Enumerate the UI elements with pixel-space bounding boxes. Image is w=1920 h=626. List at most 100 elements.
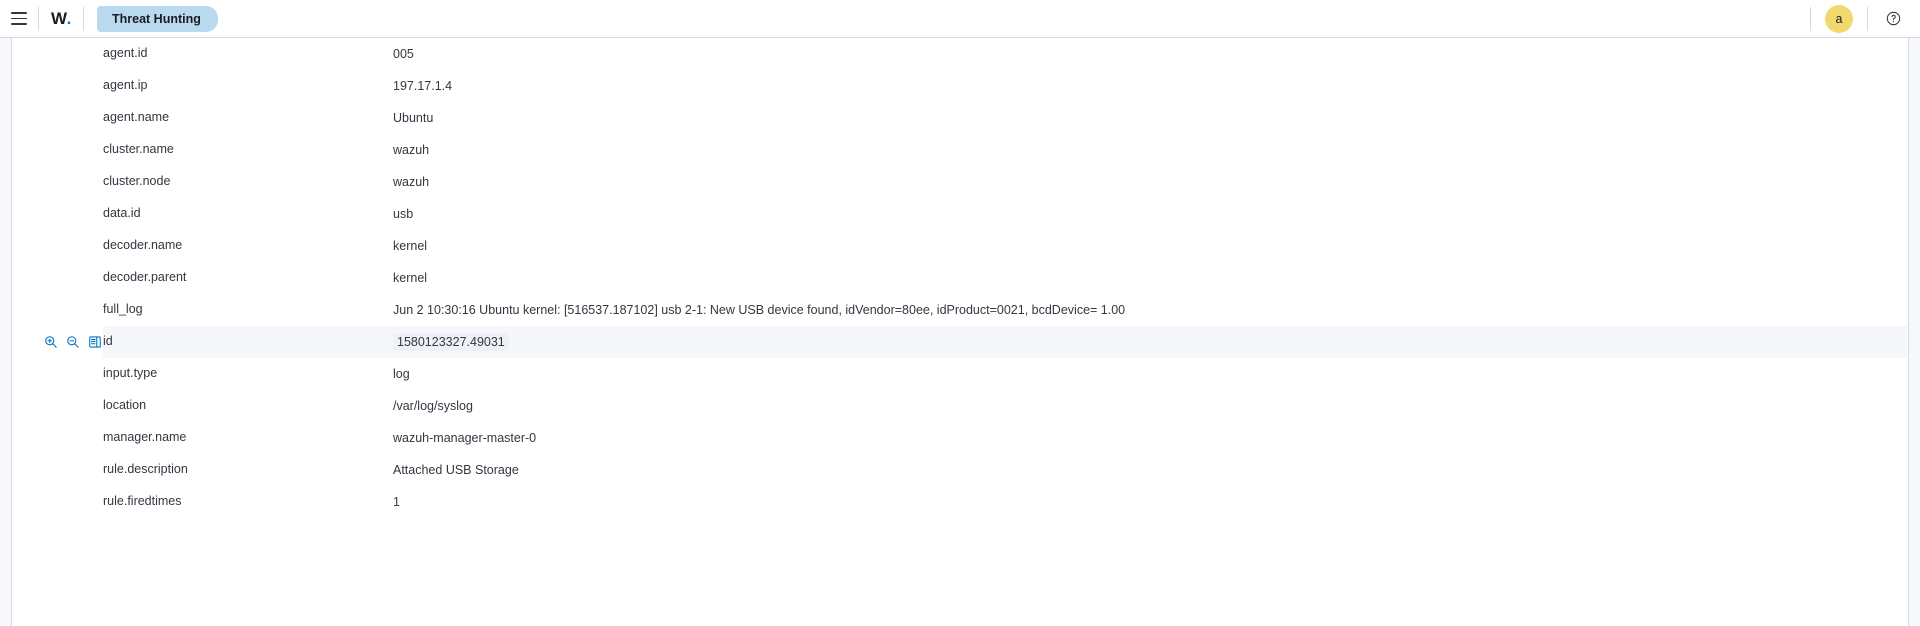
hamburger-bar <box>11 17 27 20</box>
magnifier-minus-icon[interactable] <box>65 494 81 510</box>
toggle-column-icon[interactable] <box>87 174 103 190</box>
table-row[interactable]: rule.firedtimes 1 <box>13 486 1907 518</box>
magnifier-minus-icon[interactable] <box>65 110 81 126</box>
magnifier-minus-icon[interactable] <box>65 174 81 190</box>
magnifier-minus-icon[interactable] <box>65 78 81 94</box>
magnifier-minus-icon[interactable] <box>65 46 81 62</box>
toggle-column-icon[interactable] <box>87 398 103 414</box>
magnifier-plus-icon[interactable] <box>43 46 59 62</box>
magnifier-plus-icon[interactable] <box>43 78 59 94</box>
field-value-cell: Ubuntu <box>393 102 1907 134</box>
magnifier-minus-icon[interactable] <box>65 462 81 478</box>
table-row[interactable]: data.id usb <box>13 198 1907 230</box>
table-row[interactable]: cluster.name wazuh <box>13 134 1907 166</box>
nav-left-group: W. Threat Hunting <box>0 0 218 38</box>
field-value-cell: wazuh-manager-master-0 <box>393 422 1907 454</box>
magnifier-plus-icon[interactable] <box>43 430 59 446</box>
field-value-text: kernel <box>393 239 428 254</box>
magnifier-plus-icon[interactable] <box>43 302 59 318</box>
toggle-column-icon[interactable] <box>87 46 103 62</box>
field-value-cell: Attached USB Storage <box>393 454 1907 486</box>
magnifier-minus-icon[interactable] <box>65 366 81 382</box>
field-name-cell: agent.ip <box>103 78 148 93</box>
table-row[interactable]: rule.description Attached USB Storage <box>13 454 1907 486</box>
toggle-column-icon[interactable] <box>87 334 103 350</box>
field-name-cell: input.type <box>103 366 158 381</box>
table-row[interactable]: agent.name Ubuntu <box>13 102 1907 134</box>
magnifier-minus-icon[interactable] <box>65 334 81 350</box>
toggle-column-icon[interactable] <box>87 238 103 254</box>
field-value-cell: 1580123327.49031 <box>393 326 1907 358</box>
toggle-column-icon[interactable] <box>87 206 103 222</box>
toggle-column-icon[interactable] <box>87 494 103 510</box>
table-row[interactable]: cluster.node wazuh <box>13 166 1907 198</box>
wazuh-logo[interactable]: W. <box>39 0 83 38</box>
table-row[interactable]: decoder.name kernel <box>13 230 1907 262</box>
field-name-cell: full_log <box>103 302 143 317</box>
magnifier-plus-icon[interactable] <box>43 174 59 190</box>
toggle-column-icon[interactable] <box>87 78 103 94</box>
magnifier-minus-icon[interactable] <box>65 206 81 222</box>
magnifier-plus-icon[interactable] <box>43 366 59 382</box>
table-row[interactable]: agent.ip 197.17.1.4 <box>13 70 1907 102</box>
table-row[interactable]: agent.id 005 <box>13 38 1907 70</box>
magnifier-minus-icon[interactable] <box>65 398 81 414</box>
magnifier-plus-icon[interactable] <box>43 398 59 414</box>
tab-threat-hunting[interactable]: Threat Hunting <box>97 5 218 32</box>
field-value-cell: Jun 2 10:30:16 Ubuntu kernel: [516537.18… <box>393 294 1907 326</box>
document-detail-panel: agent.id 005 agent.ip 197.17.1.4 agent.name U… <box>13 38 1907 626</box>
table-row[interactable]: input.type log <box>13 358 1907 390</box>
row-actions-cell <box>13 70 103 102</box>
magnifier-plus-icon[interactable] <box>43 462 59 478</box>
avatar[interactable]: a <box>1825 4 1853 33</box>
table-row[interactable]: decoder.parent kernel <box>13 262 1907 294</box>
row-actions-cell <box>13 134 103 166</box>
toggle-column-icon[interactable] <box>87 366 103 382</box>
table-row[interactable]: manager.name wazuh-manager-master-0 <box>13 422 1907 454</box>
magnifier-minus-icon[interactable] <box>65 270 81 286</box>
magnifier-plus-icon[interactable] <box>43 270 59 286</box>
hamburger-bar <box>11 12 27 14</box>
table-row[interactable]: full_log Jun 2 10:30:16 Ubuntu kernel: [5… <box>13 294 1907 326</box>
field-value-text: kernel <box>393 271 428 286</box>
document-field-table: agent.id 005 agent.ip 197.17.1.4 agent.name U… <box>13 38 1907 518</box>
field-name-cell: rule.description <box>103 462 188 477</box>
row-actions-cell <box>13 454 103 486</box>
field-value-text: Attached USB Storage <box>393 463 519 478</box>
top-navigation-bar: W. Threat Hunting a <box>0 0 1920 38</box>
toggle-column-icon[interactable] <box>87 110 103 126</box>
field-value-text: 005 <box>393 47 414 62</box>
magnifier-minus-icon[interactable] <box>65 430 81 446</box>
field-name-cell: cluster.name <box>103 142 174 157</box>
toggle-column-icon[interactable] <box>87 302 103 318</box>
row-actions-cell <box>13 422 103 454</box>
magnifier-plus-icon[interactable] <box>43 206 59 222</box>
field-name-cell: decoder.name <box>103 238 183 253</box>
magnifier-plus-icon[interactable] <box>43 494 59 510</box>
magnifier-plus-icon[interactable] <box>43 142 59 158</box>
table-row[interactable]: id 1580123327.49031 <box>13 326 1907 358</box>
magnifier-plus-icon[interactable] <box>43 110 59 126</box>
magnifier-minus-icon[interactable] <box>65 238 81 254</box>
magnifier-minus-icon[interactable] <box>65 302 81 318</box>
table-row[interactable]: location/var/log/syslog <box>13 390 1907 422</box>
magnifier-minus-icon[interactable] <box>65 142 81 158</box>
row-actions-cell <box>13 390 103 422</box>
toggle-column-icon[interactable] <box>87 462 103 478</box>
field-value-cell: usb <box>393 198 1907 230</box>
field-value-cell: 197.17.1.4 <box>393 70 1907 102</box>
field-value-cell: wazuh <box>393 134 1907 166</box>
field-value-cell: /var/log/syslog <box>393 390 1907 422</box>
field-value-cell: log <box>393 358 1907 390</box>
toggle-column-icon[interactable] <box>87 142 103 158</box>
field-value-cell: 1 <box>393 486 1907 518</box>
magnifier-plus-icon[interactable] <box>43 238 59 254</box>
field-name-cell: agent.name <box>103 110 170 125</box>
row-actions-cell <box>13 198 103 230</box>
hamburger-menu-icon[interactable] <box>0 0 38 38</box>
toggle-column-icon[interactable] <box>87 430 103 446</box>
magnifier-plus-icon[interactable] <box>43 334 59 350</box>
field-name-cell: rule.firedtimes <box>103 494 182 509</box>
toggle-column-icon[interactable] <box>87 270 103 286</box>
question-circle-icon[interactable] <box>1876 0 1910 38</box>
